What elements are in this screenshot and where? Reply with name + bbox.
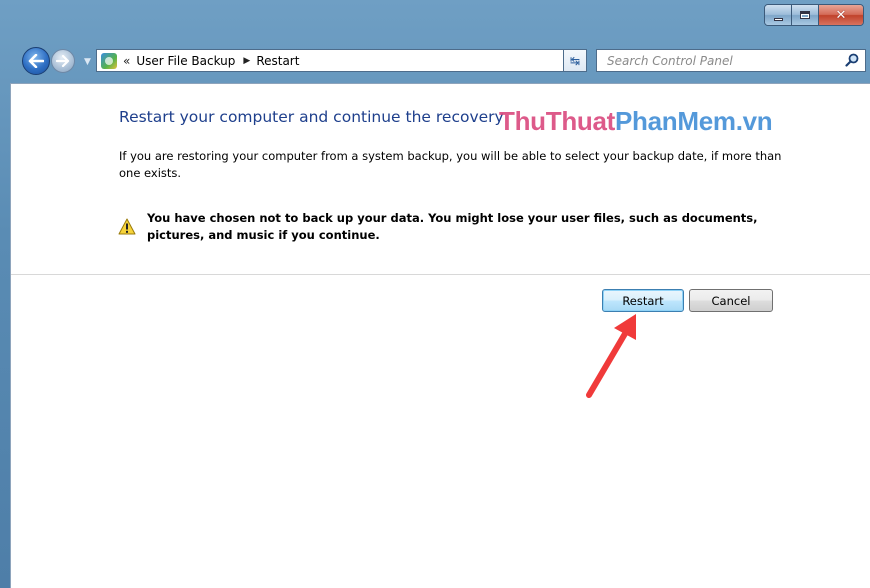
search-placeholder: Search Control Panel [607, 53, 733, 68]
breadcrumb-user-file-backup[interactable]: User File Backup [136, 54, 235, 68]
forward-arrow-icon [56, 55, 70, 67]
page-title: Restart your computer and continue the r… [119, 108, 504, 126]
forward-button[interactable] [51, 49, 75, 73]
content-area: Restart your computer and continue the r… [10, 83, 870, 588]
maximize-button[interactable] [792, 5, 819, 25]
title-bar: ✕ [0, 0, 870, 40]
minimize-button[interactable] [765, 5, 792, 25]
watermark-logo: ThuThuatPhanMem.vn [499, 106, 773, 136]
back-button[interactable] [22, 47, 50, 75]
minimize-icon [773, 17, 783, 21]
annotation-arrow [586, 314, 636, 398]
restart-button[interactable]: Restart [602, 289, 684, 312]
warning-icon [118, 218, 136, 235]
description-text: If you are restoring your computer from … [119, 149, 782, 180]
close-button[interactable]: ✕ [819, 5, 863, 25]
warning-message: You have chosen not to back up your data… [147, 211, 758, 242]
breadcrumb-separator-icon[interactable]: ▶ [243, 56, 250, 66]
search-input[interactable]: Search Control Panel [596, 49, 866, 72]
refresh-button[interactable]: ↹ [563, 49, 587, 72]
window-controls: ✕ [764, 4, 864, 26]
divider [11, 274, 870, 275]
breadcrumb-restart[interactable]: Restart [256, 54, 299, 68]
breadcrumb-overflow[interactable]: « [123, 54, 130, 68]
address-bar[interactable]: « User File Backup ▶ Restart ▼ [96, 49, 586, 72]
navigation-row: ▼ « User File Backup ▶ Restart ▼ ↹ Searc… [0, 44, 870, 80]
maximize-icon [800, 11, 810, 19]
control-panel-icon [101, 52, 117, 69]
back-arrow-icon [28, 54, 44, 68]
recent-pages-dropdown-icon[interactable]: ▼ [84, 57, 91, 67]
close-icon: ✕ [835, 7, 847, 23]
cancel-button[interactable]: Cancel [689, 289, 773, 312]
search-icon[interactable] [845, 53, 859, 67]
refresh-icon: ↹ [569, 53, 581, 68]
